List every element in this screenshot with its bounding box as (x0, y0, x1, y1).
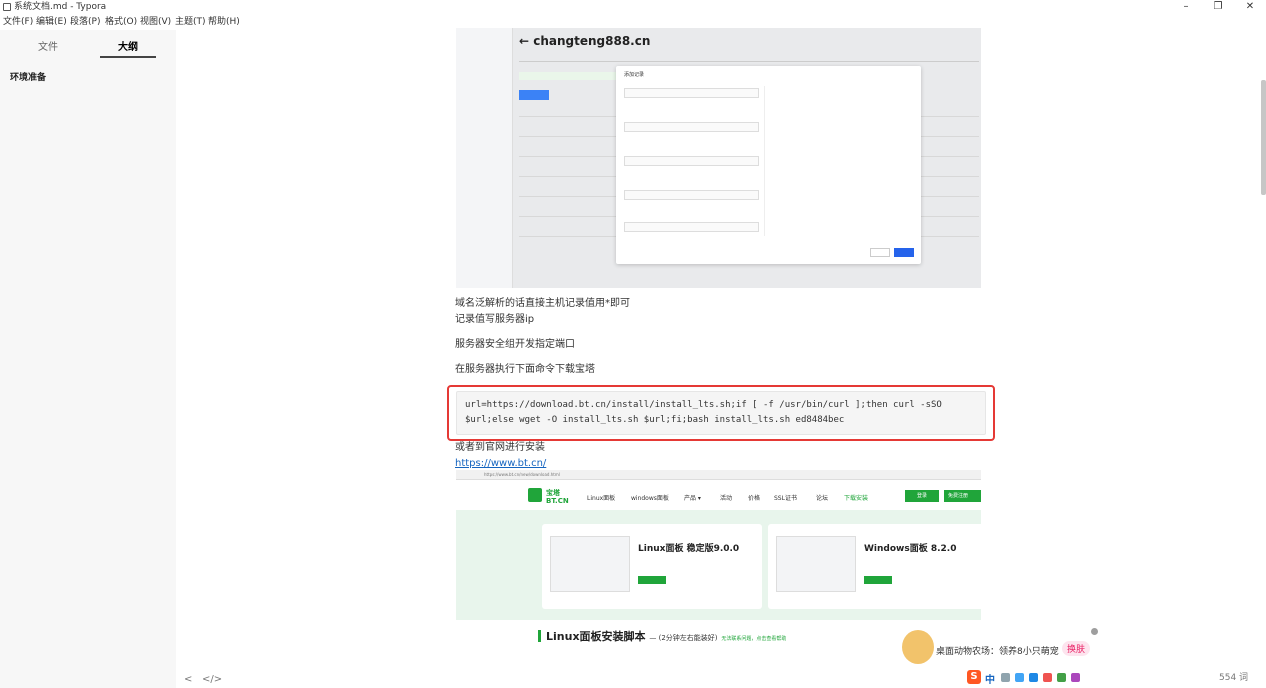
nav-activity: 活动 (720, 495, 733, 502)
menu-help[interactable]: 帮助(H) (208, 14, 240, 30)
sidebar: 文件 大纲 环境准备 < </> (0, 30, 222, 688)
mascot-icon (902, 630, 934, 664)
windows-panel-title: Windows面板 8.2.0 (864, 544, 957, 554)
toolbox-icon[interactable] (1057, 673, 1066, 682)
ad-skin-button[interactable]: 换肤 (1062, 641, 1091, 656)
bt-logo-text: 宝塔 BT.CN (546, 489, 569, 505)
linux-panel-card: Linux面板 稳定版9.0.0 (542, 524, 762, 609)
nav-download: 下载安装 (844, 495, 869, 502)
minimize-button[interactable]: – (1171, 0, 1201, 14)
word-count[interactable]: 554 词 (1219, 670, 1248, 683)
linux-panel-title: Linux面板 稳定版9.0.0 (638, 544, 740, 554)
paragraph-install-command: 在服务器执行下面命令下载宝塔 (455, 364, 595, 375)
tab-files[interactable]: 文件 (20, 38, 76, 53)
menu-paragraph[interactable]: 段落(P) (70, 14, 100, 30)
active-tab-indicator (100, 56, 156, 58)
modal-field (624, 122, 759, 132)
add-record-modal: 添加记录 (616, 66, 921, 264)
nav-linux: Linux面板 (587, 495, 616, 502)
console-tabs (519, 54, 979, 62)
menu-format[interactable]: 格式(O) (105, 14, 137, 30)
modal-field (624, 88, 759, 98)
menu-edit[interactable]: 编辑(E) (36, 14, 67, 30)
modal-field (624, 156, 759, 166)
ime-language[interactable]: 中 (985, 671, 995, 686)
heading-accent-bar (538, 630, 541, 642)
modal-title: 添加记录 (624, 72, 645, 78)
script-title-text: Linux面板安装脚本 (546, 630, 646, 643)
dns-domain-header: ← changteng888.cn (519, 34, 651, 48)
skin-icon[interactable] (1043, 673, 1052, 682)
paragraph-official-site: 或者到官网进行安装 (455, 442, 545, 453)
logo-sub: BT.CN (546, 497, 569, 505)
ad-close-icon[interactable] (1091, 628, 1098, 635)
paragraph-wildcard-line2: 记录值写服务器ip (455, 314, 535, 325)
windows-panel-preview (776, 536, 856, 592)
linux-panel-preview (550, 536, 630, 592)
console-sidebar (456, 28, 513, 288)
ime-toolbar: S 中 (967, 670, 1097, 686)
menu-theme[interactable]: 主题(T) (175, 14, 206, 30)
bt-logo-icon (528, 488, 542, 502)
nav-forum: 论坛 (816, 495, 829, 502)
window-titlebar: 系统文档.md - Typora – ❐ ✕ (0, 0, 1266, 14)
modal-info-panel (764, 86, 914, 236)
script-subtitle: — (2分钟左右能装好) (649, 634, 718, 642)
microphone-icon[interactable] (1015, 673, 1024, 682)
sogou-ime-icon[interactable]: S (967, 670, 981, 684)
code-line-2: $url;else wget -O install_lts.sh $url;fi… (465, 415, 845, 425)
tab-outline[interactable]: 大纲 (100, 38, 156, 53)
keyboard-icon[interactable] (1029, 673, 1038, 682)
windows-install-button (864, 576, 892, 584)
windows-panel-card: Windows面板 8.2.0 (768, 524, 981, 609)
code-line-1: url=https://download.bt.cn/install/insta… (465, 400, 942, 410)
paragraph-wildcard-line1: 域名泛解析的话直接主机记录值用*即可 (455, 298, 630, 309)
typora-app-icon (3, 3, 11, 11)
restore-button[interactable]: ❐ (1203, 0, 1233, 14)
modal-ok-button (894, 248, 914, 257)
browser-address-bar: https://www.bt.cn/new/download.html (456, 470, 981, 480)
modal-field (624, 190, 759, 200)
close-button[interactable]: ✕ (1235, 0, 1265, 14)
menu-file[interactable]: 文件(F) (3, 14, 33, 30)
linux-script-heading: Linux面板安装脚本 — (2分钟左右能装好) 无法联系问题，点击查看帮助 (538, 628, 786, 644)
dns-screenshot-image: ← changteng888.cn 添加记录 (456, 28, 981, 288)
login-button: 登录 (905, 490, 939, 502)
linux-install-button (638, 576, 666, 584)
code-block[interactable]: url=https://download.bt.cn/install/insta… (456, 391, 986, 435)
highlighted-code-block: url=https://download.bt.cn/install/insta… (447, 385, 995, 441)
add-record-button (519, 90, 549, 100)
bt-nav-bar: 宝塔 BT.CN Linux面板 windows面板 产品 ▾ 活动 价格 SSL… (456, 480, 981, 510)
nav-windows: windows面板 (631, 495, 669, 502)
nav-ssl: SSL证书 (774, 495, 797, 502)
outline-item-environment[interactable]: 环境准备 (10, 70, 46, 83)
window-title: 系统文档.md - Typora (14, 2, 107, 12)
nav-products: 产品 ▾ (684, 495, 701, 502)
ad-text: 桌面动物农场：领养8小只萌宠 (936, 647, 1059, 657)
desktop-ad-popup[interactable]: 桌面动物农场：领养8小只萌宠 换肤 (902, 628, 1098, 668)
nav-price: 价格 (748, 495, 761, 502)
menu-view[interactable]: 视图(V) (140, 14, 171, 30)
sidebar-footer: < </> (0, 674, 222, 688)
ime-extra-icon[interactable] (1071, 673, 1080, 682)
logo-name: 宝塔 (546, 489, 560, 497)
free-register-button: 免费注册 (944, 490, 981, 502)
bt-website-link[interactable]: https://www.bt.cn/ (455, 458, 546, 469)
editor-scrollbar[interactable] (1261, 80, 1266, 195)
modal-field (624, 222, 759, 232)
script-note: 无法联系问题，点击查看帮助 (721, 636, 787, 642)
editor-content: ← changteng888.cn 添加记录 域名泛解析的话直接主机记录值用*即… (176, 28, 1266, 688)
browser-url: https://www.bt.cn/new/download.html (484, 472, 560, 477)
punctuation-icon[interactable] (1001, 673, 1010, 682)
bt-hero-banner: Linux面板 稳定版9.0.0 Windows面板 8.2.0 (456, 510, 981, 620)
modal-cancel-button (870, 248, 890, 257)
paragraph-security-group: 服务器安全组开发指定端口 (455, 339, 575, 350)
